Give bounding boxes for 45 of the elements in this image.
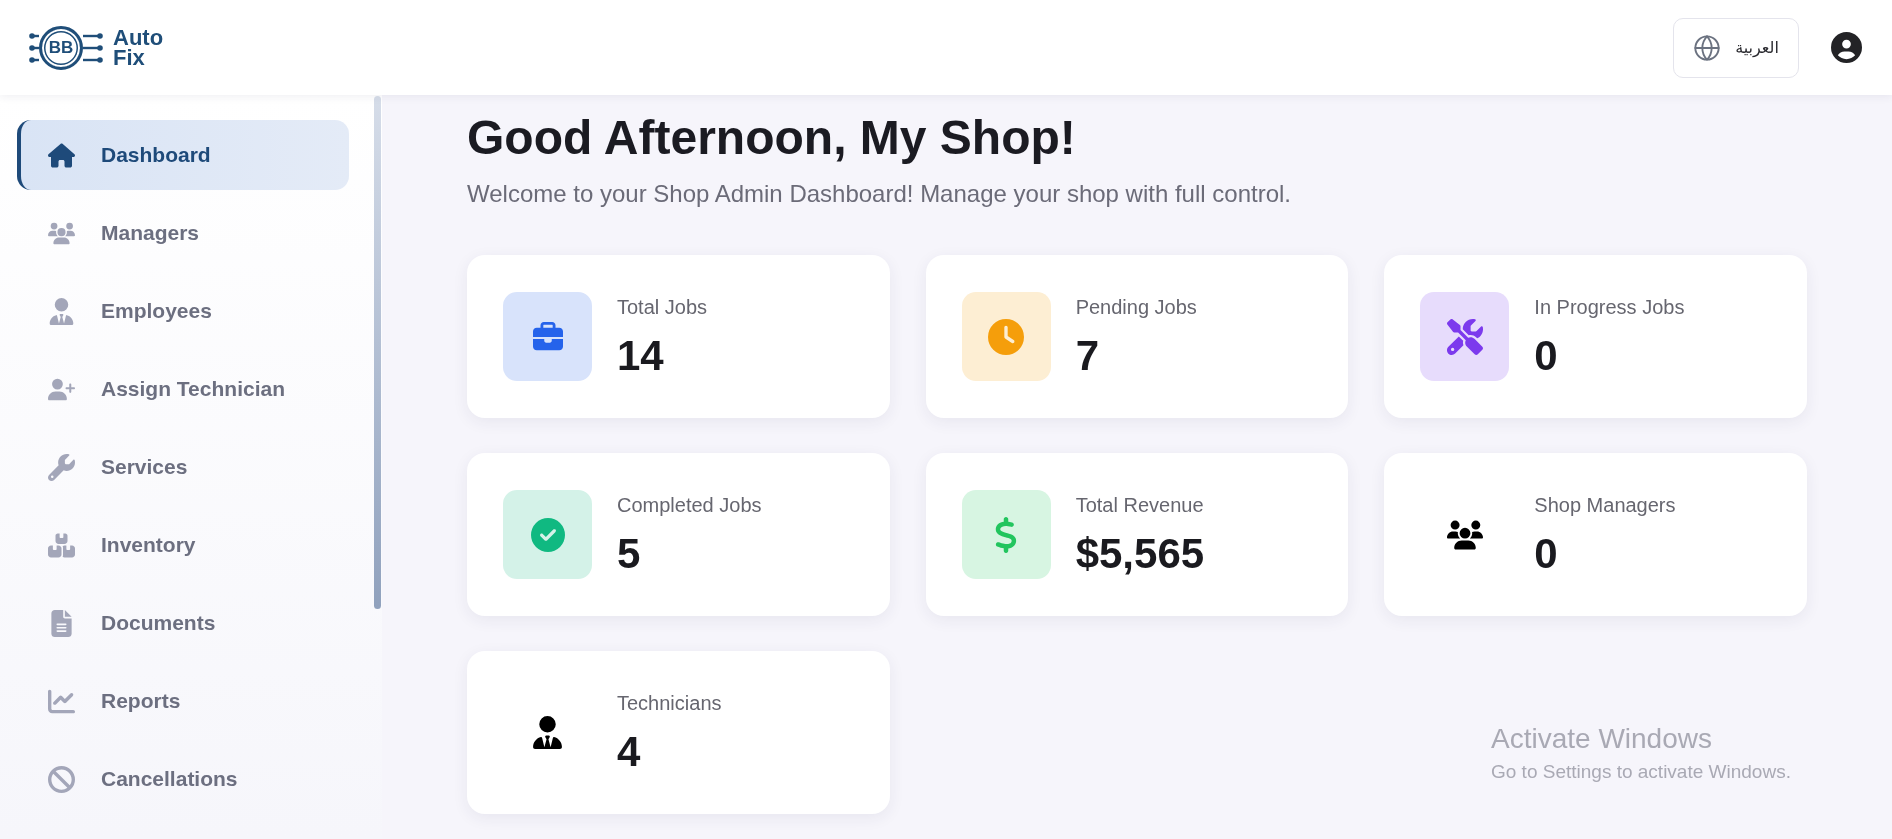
sidebar-item[interactable]: Cancellations	[17, 744, 349, 814]
stat-value: 7	[1075, 330, 1100, 381]
sidebar-item[interactable]: Assign Technician	[17, 354, 349, 424]
activation-notice-title: Activate Windows	[1491, 722, 1713, 756]
line-chart-icon	[47, 687, 75, 715]
house-icon	[47, 141, 75, 169]
prohibition-icon	[47, 765, 75, 793]
sidebar-item[interactable]: Dashboard	[17, 120, 349, 190]
language-button[interactable]: العربية	[1673, 17, 1799, 78]
stat-label: Completed Jobs	[617, 492, 762, 518]
stat-value: 0	[1534, 330, 1559, 381]
scrollbar-thumb[interactable]	[374, 96, 381, 609]
stat-label: Total Jobs	[617, 294, 708, 320]
stat-label: Pending Jobs	[1075, 294, 1197, 320]
person-tie-icon	[47, 297, 75, 325]
tools-icon	[1420, 292, 1510, 381]
stat-value: 0	[1534, 528, 1559, 579]
boxes-icon	[47, 531, 75, 559]
wrench-icon	[47, 453, 75, 481]
greeting-heading: Good Afternoon, My Shop!	[467, 110, 1077, 166]
logo-badge: BB	[39, 25, 83, 70]
user-avatar-icon[interactable]	[1831, 32, 1862, 63]
sidebar-item[interactable]: Managers	[17, 198, 349, 268]
stat-label: Total Revenue	[1075, 492, 1205, 518]
globe-icon	[1693, 33, 1722, 62]
dollar-icon	[961, 490, 1051, 579]
stat-value: 4	[617, 726, 642, 777]
briefcase-icon	[503, 292, 592, 381]
stat-value: $5,565	[1075, 528, 1205, 579]
sidebar-item[interactable]: Documents	[17, 588, 349, 658]
sidebar-item[interactable]: Reports	[17, 666, 349, 736]
activation-notice-message: Go to Settings to activate Windows.	[1491, 760, 1791, 784]
stat-label: Technicians	[617, 690, 722, 716]
sidebar-item[interactable]: Services	[17, 432, 349, 502]
logo-wordmark: Auto Fix	[113, 27, 164, 68]
circuit-lines-icon	[29, 32, 39, 63]
sidebar-item[interactable]: Inventory	[17, 510, 349, 580]
stat-label: In Progress Jobs	[1534, 294, 1685, 320]
sidebar-item[interactable]: Employees	[17, 276, 349, 346]
welcome-text: Welcome to your Shop Admin Dashboard! Manage your shop with full control.	[467, 179, 1292, 209]
stat-label: Shop Managers	[1534, 492, 1676, 518]
stat-value: 5	[617, 528, 642, 579]
stat-value: 14	[617, 330, 665, 381]
clock-icon	[961, 292, 1051, 381]
circuit-lines-icon	[83, 32, 103, 63]
